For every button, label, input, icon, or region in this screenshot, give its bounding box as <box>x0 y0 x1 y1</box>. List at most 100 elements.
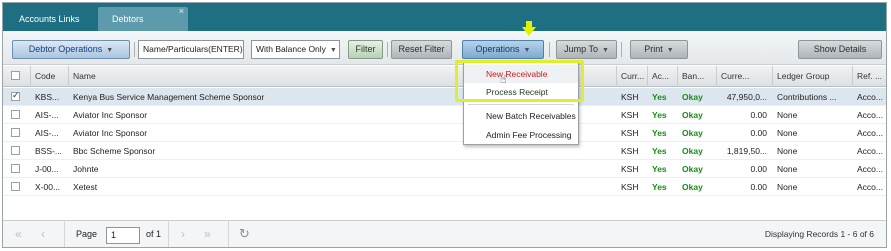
column-header-ref[interactable]: Ref. ... <box>853 66 886 87</box>
cell-current: 0.00 <box>750 128 767 138</box>
table-row[interactable]: BSS-... Bbc Scheme Sponsor KSH Yes Okay … <box>3 142 886 160</box>
cell-name: Johnte <box>73 164 99 174</box>
column-header-bank[interactable]: Ban... <box>678 66 717 87</box>
filter-button[interactable]: Filter <box>348 40 383 59</box>
table-row[interactable]: KBS... Kenya Bus Service Management Sche… <box>3 88 886 106</box>
select-all-column <box>3 66 31 87</box>
cell-current: 0.00 <box>750 110 767 120</box>
cell-active: Yes <box>652 128 667 138</box>
cell-ledger-group: Contributions ... <box>777 92 837 102</box>
cell-bank: Okay <box>682 110 703 120</box>
chevron-down-icon: ▼ <box>329 47 337 54</box>
cell-active: Yes <box>652 146 667 156</box>
cell-ref: Acco... <box>857 164 883 174</box>
tab-label: Debtors <box>112 14 144 24</box>
cell-currency: KSH <box>621 164 639 174</box>
cell-bank: Okay <box>682 92 703 102</box>
tab-bar: Accounts Links Debtors × <box>3 3 886 31</box>
cell-ledger-group: None <box>777 164 798 174</box>
cell-current: 1,819,50... <box>726 146 767 156</box>
cell-ref: Acco... <box>857 128 883 138</box>
cell-bank: Okay <box>682 146 703 156</box>
jump-to-label: Jump To <box>564 44 598 54</box>
cell-ledger-group: None <box>777 128 798 138</box>
first-page-icon[interactable]: « <box>15 227 22 241</box>
pointer-arrow-icon <box>522 27 536 36</box>
tab-debtors[interactable]: Debtors × <box>98 6 188 31</box>
row-checkbox[interactable] <box>11 146 20 155</box>
cell-ledger-group: None <box>777 182 798 192</box>
last-page-icon[interactable]: » <box>204 227 211 241</box>
print-button[interactable]: Print ▼ <box>630 40 688 59</box>
jump-to-button[interactable]: Jump To ▼ <box>556 40 617 59</box>
debtor-operations-button[interactable]: Debtor Operations ▼ <box>12 40 130 59</box>
cell-bank: Okay <box>682 182 703 192</box>
operations-label: Operations <box>475 44 520 54</box>
cell-current: 0.00 <box>750 182 767 192</box>
grid-header: Code Name Curr... Ac... Ban... Curre... … <box>3 66 886 87</box>
cell-code: BSS-... <box>35 146 62 156</box>
cell-code: X-00... <box>35 182 61 192</box>
prev-page-icon[interactable]: ‹ <box>41 227 45 241</box>
table-row[interactable]: J-00... Johnte KSH Yes Okay 0.00 None Ac… <box>3 160 886 178</box>
highlight-box <box>455 60 584 102</box>
table-row[interactable]: X-00... Xetest KSH Yes Okay 0.00 None Ac… <box>3 178 886 196</box>
separator <box>228 221 229 247</box>
cell-ledger-group: None <box>777 110 798 120</box>
row-checkbox[interactable] <box>11 90 20 101</box>
app-window: Accounts Links Debtors × Debtor Operatio… <box>2 2 887 248</box>
chevron-down-icon: ▼ <box>106 47 114 54</box>
row-checkbox[interactable] <box>11 164 20 173</box>
select-all-checkbox[interactable] <box>11 71 20 80</box>
cell-currency: KSH <box>621 110 639 120</box>
chevron-down-icon: ▼ <box>523 47 531 54</box>
menu-item-admin-fee-processing[interactable]: Admin Fee Processing <box>464 126 578 144</box>
cell-bank: Okay <box>682 164 703 174</box>
cell-name: Xetest <box>73 182 98 192</box>
balance-filter-value: With Balance Only <box>256 44 326 54</box>
column-header-ledger-group[interactable]: Ledger Group <box>773 66 853 87</box>
chevron-down-icon: ▼ <box>666 47 674 54</box>
print-label: Print <box>644 44 663 54</box>
name-search-input[interactable]: Name/Particulars(ENTER) <box>138 40 244 59</box>
operations-button[interactable]: Operations ▼ <box>462 40 544 59</box>
reset-filter-button[interactable]: Reset Filter <box>391 40 452 59</box>
cell-ref: Acco... <box>857 92 883 102</box>
separator <box>387 42 388 57</box>
table-row[interactable]: AIS-... Aviator Inc Sponsor KSH Yes Okay… <box>3 124 886 142</box>
filter-label: Filter <box>355 44 376 54</box>
reset-filter-label: Reset Filter <box>398 44 445 54</box>
cell-code: J-00... <box>35 164 59 174</box>
cell-current: 47,950,0... <box>726 92 767 102</box>
next-page-icon[interactable]: › <box>181 227 185 241</box>
separator <box>549 42 550 57</box>
column-header-active[interactable]: Ac... <box>648 66 678 87</box>
search-placeholder: Name/Particulars(ENTER) <box>143 44 243 54</box>
separator <box>168 221 169 247</box>
page-count-label: of 1 <box>146 229 162 239</box>
cell-currency: KSH <box>621 182 639 192</box>
cell-ref: Acco... <box>857 182 883 192</box>
cell-ref: Acco... <box>857 146 883 156</box>
column-header-current[interactable]: Curre... <box>717 66 773 87</box>
balance-filter-select[interactable]: With Balance Only ▼ <box>251 40 340 59</box>
close-icon[interactable]: × <box>179 3 184 23</box>
table-row[interactable]: AIS-... Aviator Inc Sponsor KSH Yes Okay… <box>3 106 886 124</box>
column-header-code[interactable]: Code <box>31 66 69 87</box>
page-number-input[interactable]: 1 <box>106 227 140 244</box>
row-checkbox[interactable] <box>11 110 20 119</box>
column-header-currency[interactable]: Curr... <box>617 66 648 87</box>
show-details-button[interactable]: Show Details <box>798 40 882 59</box>
cell-code: AIS-... <box>35 128 59 138</box>
cell-bank: Okay <box>682 128 703 138</box>
debtor-operations-label: Debtor Operations <box>28 44 103 54</box>
cell-currency: KSH <box>621 128 639 138</box>
menu-item-new-batch-receivables[interactable]: New Batch Receivables <box>464 107 578 125</box>
cell-code: AIS-... <box>35 110 59 120</box>
tab-accounts-links[interactable]: Accounts Links <box>5 7 97 31</box>
refresh-icon[interactable]: ↻ <box>239 226 250 242</box>
pager: « ‹ Page 1 of 1 › » ↻ Displaying Records… <box>3 220 886 247</box>
row-checkbox[interactable] <box>11 128 20 137</box>
records-status: Displaying Records 1 - 6 of 6 <box>764 229 874 239</box>
row-checkbox[interactable] <box>11 182 20 191</box>
